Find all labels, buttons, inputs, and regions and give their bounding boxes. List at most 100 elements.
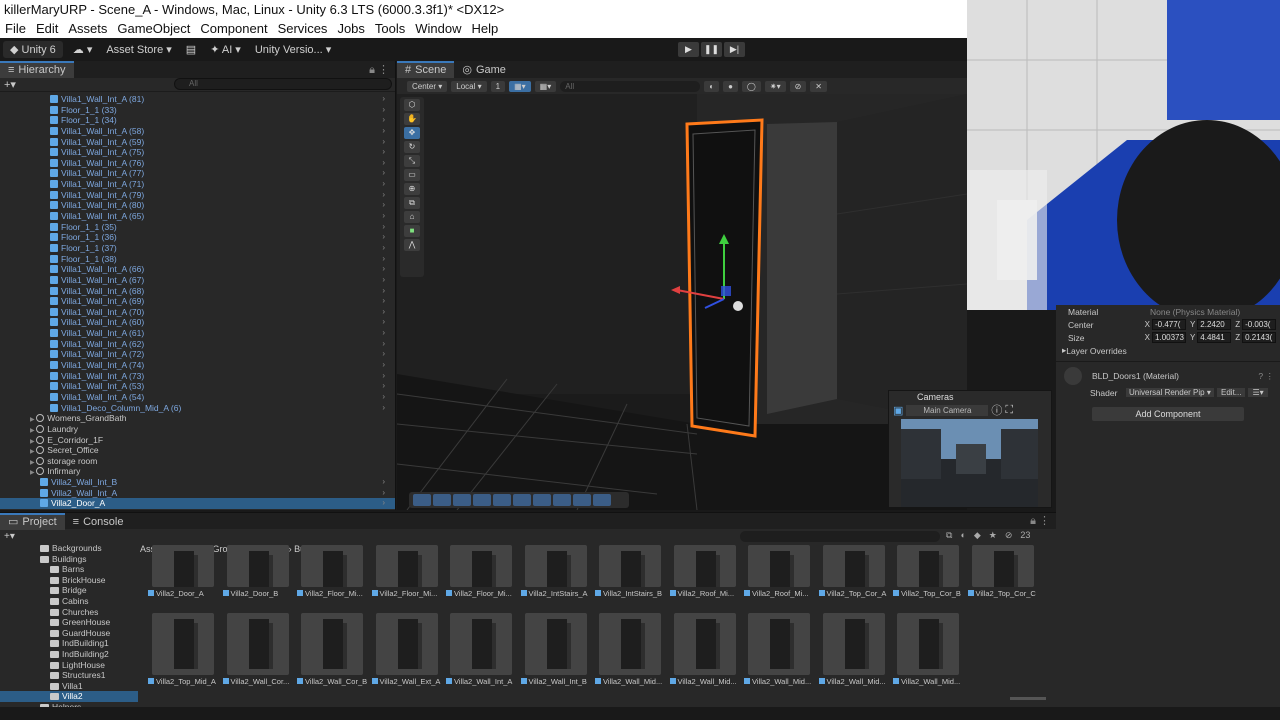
asset-item[interactable]: Villa2_Door_A xyxy=(148,545,218,621)
cloud-button[interactable]: ☁ ▾ xyxy=(66,41,100,58)
pause-button[interactable]: ❚❚ xyxy=(701,42,722,57)
add-icon[interactable]: +▾ xyxy=(4,78,16,91)
probuilder-icon[interactable]: ■ xyxy=(404,225,420,237)
folder-item[interactable]: Cabins xyxy=(0,596,138,607)
tab-scene[interactable]: # Scene xyxy=(397,61,455,78)
material-header[interactable]: BLD_Doors1 (Material) ? ⋮ xyxy=(1056,366,1280,386)
hierarchy-row[interactable]: ▶ Laundry xyxy=(0,424,395,435)
size-x-field[interactable]: 1.00373 xyxy=(1152,332,1186,343)
size-z-field[interactable]: 0.2143( xyxy=(1242,332,1277,343)
custom-tool-icon[interactable]: ⧉ xyxy=(404,197,420,209)
lock-icon[interactable]: 🔒︎ ⋮ xyxy=(369,63,389,77)
asset-item[interactable]: Villa2_Wall_Mid... xyxy=(669,613,740,687)
menu-item-edit[interactable]: Edit xyxy=(31,21,63,36)
hierarchy-row[interactable]: Villa1_Wall_Int_A (66) › xyxy=(0,264,395,275)
hierarchy-row[interactable]: Villa1_Wall_Int_A (75) › xyxy=(0,147,395,158)
tab-game[interactable]: ◎ Game xyxy=(454,61,514,78)
chevron-right-icon[interactable]: › xyxy=(382,339,385,350)
menu-item-jobs[interactable]: Jobs xyxy=(332,21,369,36)
material-menu-icon[interactable]: ? ⋮ xyxy=(1258,371,1274,382)
tools-icon[interactable]: ✕ xyxy=(810,80,827,92)
filter-type-icon[interactable]: ⧉ xyxy=(946,530,952,541)
asset-item[interactable]: Villa2_Wall_Int_A xyxy=(446,613,516,687)
center-x-field[interactable]: -0.477( xyxy=(1152,319,1186,330)
transform-tool-icon[interactable]: ⊕ xyxy=(404,183,420,195)
chevron-right-icon[interactable]: › xyxy=(382,243,385,254)
hierarchy-row[interactable]: Villa1_Wall_Int_A (74) › xyxy=(0,360,395,371)
chevron-right-icon[interactable]: › xyxy=(382,232,385,243)
fit-icon[interactable]: ⛶ xyxy=(1005,404,1013,417)
eye-icon[interactable]: ⊘ xyxy=(1005,530,1013,541)
overlay-tool-10-icon[interactable] xyxy=(593,494,611,506)
asset-item[interactable]: Villa2_Floor_Mi... xyxy=(371,545,442,621)
tab-hierarchy[interactable]: ≡ Hierarchy xyxy=(0,61,74,78)
pivot-dropdown[interactable]: Center ▾ xyxy=(407,80,448,92)
chevron-right-icon[interactable]: › xyxy=(382,264,385,275)
asset-item[interactable]: Villa2_Top_Cor_C xyxy=(967,545,1038,621)
asset-item[interactable]: Villa2_IntStairs_A xyxy=(520,545,591,621)
menu-item-gameobject[interactable]: GameObject xyxy=(112,21,195,36)
overlay-tool-9-icon[interactable] xyxy=(573,494,591,506)
asset-item[interactable]: Villa2_Top_Cor_B xyxy=(893,545,963,621)
tab-console[interactable]: ≡ Console xyxy=(65,513,132,530)
step-button[interactable]: ▶| xyxy=(724,42,745,57)
asset-item[interactable]: Villa2_Wall_Int_B xyxy=(520,613,591,687)
menu-item-file[interactable]: File xyxy=(0,21,31,36)
overlay-tool-1-icon[interactable] xyxy=(413,494,431,506)
hierarchy-search-input[interactable]: All xyxy=(174,78,392,90)
asset-item[interactable]: Villa2_Wall_Mid... xyxy=(893,613,963,687)
filter-label-icon[interactable]: ◐ xyxy=(960,530,965,541)
overlay-tool-6-icon[interactable] xyxy=(513,494,531,506)
hierarchy-row[interactable]: Villa2_Door_A › xyxy=(0,498,395,509)
hierarchy-row[interactable]: Floor_1_1 (37) › xyxy=(0,243,395,254)
overlay-tool-4-icon[interactable] xyxy=(473,494,491,506)
move-tool-icon[interactable]: ✥ xyxy=(404,127,420,139)
hierarchy-row[interactable]: Villa1_Wall_Int_A (53) › xyxy=(0,381,395,392)
folder-item[interactable]: IndBuilding2 xyxy=(0,649,138,660)
play-button[interactable]: ▶ xyxy=(678,42,699,57)
hierarchy-row[interactable]: ▶ E_Corridor_1F xyxy=(0,435,395,446)
chevron-right-icon[interactable]: › xyxy=(382,307,385,318)
spline-tool-icon[interactable]: ⋀ xyxy=(404,239,420,251)
hierarchy-row[interactable]: ▶ Secret_Office xyxy=(0,445,395,456)
scene-viewport[interactable] xyxy=(397,94,967,510)
folder-item[interactable]: GuardHouse xyxy=(0,628,138,639)
hierarchy-row[interactable]: Villa1_Wall_Int_A (76) › xyxy=(0,158,395,169)
ai-button[interactable]: ✦ AI ▾ xyxy=(203,41,248,58)
chevron-right-icon[interactable]: › xyxy=(382,179,385,190)
hierarchy-row[interactable]: Villa1_Wall_Int_A (79) › xyxy=(0,190,395,201)
chevron-right-icon[interactable]: › xyxy=(382,275,385,286)
gizmo-icon[interactable]: ◐ xyxy=(704,80,720,92)
create-icon[interactable]: +▾ xyxy=(4,531,15,542)
chevron-right-icon[interactable]: › xyxy=(382,328,385,339)
chevron-right-icon[interactable]: › xyxy=(382,286,385,297)
chevron-right-icon[interactable]: › xyxy=(382,349,385,360)
chevron-right-icon[interactable]: › xyxy=(382,371,385,382)
hierarchy-row[interactable]: Villa1_Wall_Int_A (71) › xyxy=(0,179,395,190)
chevron-right-icon[interactable]: › xyxy=(382,200,385,211)
hierarchy-row[interactable]: Floor_1_1 (33) › xyxy=(0,105,395,116)
camera-select[interactable]: Main Camera xyxy=(906,404,989,416)
asset-item[interactable]: Villa2_Door_B xyxy=(222,545,293,621)
hierarchy-row[interactable]: Villa2_Wall_Int_B › xyxy=(0,477,395,488)
hierarchy-row[interactable]: Floor_1_1 (34) › xyxy=(0,115,395,126)
hierarchy-row[interactable]: Villa1_Wall_Int_A (69) › xyxy=(0,296,395,307)
chevron-right-icon[interactable]: › xyxy=(382,360,385,371)
folder-item[interactable]: Churches xyxy=(0,607,138,618)
tab-project[interactable]: ▭ Project xyxy=(0,512,65,530)
account-button[interactable]: ◆ Unity 6 xyxy=(3,41,63,58)
asset-item[interactable]: Villa2_IntStairs_B xyxy=(595,545,665,621)
hierarchy-row[interactable]: Villa1_Wall_Int_A (80) › xyxy=(0,200,395,211)
folder-item[interactable]: Backgrounds xyxy=(0,543,138,554)
hierarchy-row[interactable]: Villa1_Wall_Int_A (59) › xyxy=(0,137,395,148)
layer-overrides-foldout[interactable]: ▸ Layer Overrides xyxy=(1056,344,1280,357)
asset-item[interactable]: Villa2_Wall_Ext_A xyxy=(371,613,442,687)
folder-item[interactable]: Barns xyxy=(0,564,138,575)
hierarchy-row[interactable]: Villa1_Wall_Int_A (58) › xyxy=(0,126,395,137)
asset-item[interactable]: Villa2_Wall_Mid... xyxy=(744,613,814,687)
asset-item[interactable]: Villa2_Floor_Mi... xyxy=(446,545,516,621)
chevron-right-icon[interactable]: › xyxy=(382,477,385,488)
hand-tool-icon[interactable]: ✋ xyxy=(404,113,420,125)
asset-item[interactable]: Villa2_Roof_Mi... xyxy=(669,545,740,621)
scale-tool-icon[interactable]: ⤡ xyxy=(404,155,420,167)
